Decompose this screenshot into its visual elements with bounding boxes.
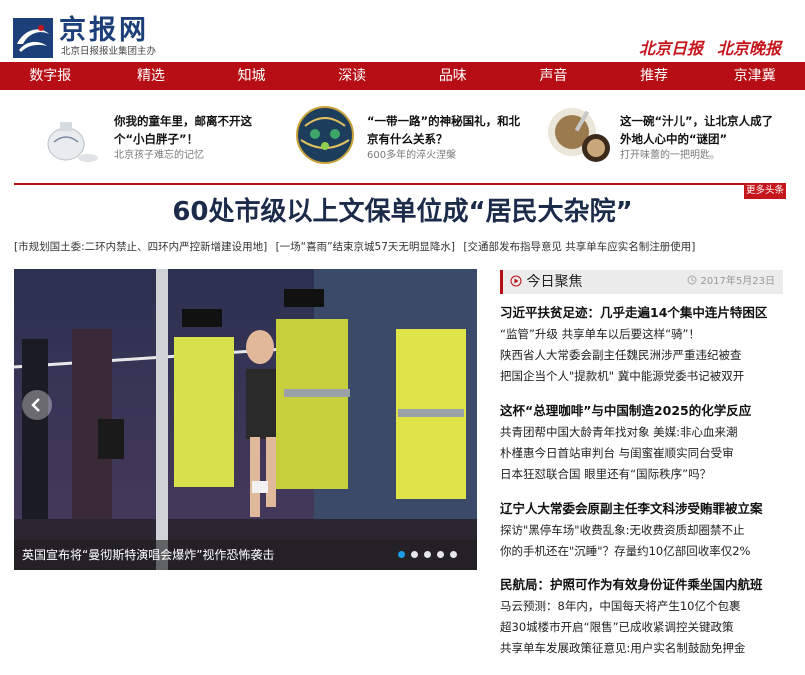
feature-title: 你我的童年里，邮离不开这个“小白胖子”！ xyxy=(114,114,252,146)
logo-mark-icon xyxy=(13,18,53,58)
chevron-left-icon xyxy=(31,398,40,412)
nav-item-city[interactable]: 知城 xyxy=(201,62,302,90)
nav-item-recommend[interactable]: 推荐 xyxy=(604,62,705,90)
news-group: 这杯“总理咖啡”与中国制造2025的化学反应 共青团帮中国大龄青年找对象 美媒:… xyxy=(500,400,790,485)
today-focus-title: 今日聚焦 xyxy=(510,270,582,294)
news-group: 民航局：护照可作为有效身份证件乘坐国内航班 马云预测：8年内，中国每天将产生10… xyxy=(500,574,790,659)
porcelain-pot-icon xyxy=(38,104,106,166)
slide-dot[interactable] xyxy=(411,551,418,558)
feature-subtitle: 600多年的淬火涅槃 xyxy=(367,150,457,161)
news-link[interactable]: 把国企当个人"提款机" 冀中能源党委书记被双开 xyxy=(500,366,790,387)
sub-headline-link[interactable]: [交通部发布指导意见 共享单车应实名制注册使用] xyxy=(463,241,695,253)
today-focus-label: 今日聚焦 xyxy=(526,274,583,290)
nav-item-selected[interactable]: 精选 xyxy=(101,62,202,90)
news-group: 辽宁人大常委会原副主任李文科涉受贿罪被立案 探访"黑停车场"收费乱象:无收费资质… xyxy=(500,498,790,562)
nav-item-jingjinji[interactable]: 京津冀 xyxy=(704,62,805,90)
slide-dot[interactable] xyxy=(450,551,457,558)
news-link[interactable]: 马云预测：8年内，中国每天将产生10亿个包裹 xyxy=(500,596,790,617)
slide-dots xyxy=(398,551,457,558)
partner-beijing-daily[interactable]: 北京日报 xyxy=(639,38,703,60)
sub-headlines: [市规划国土委:二环内禁止、四环内严控新增建设用地] [一场“喜雨”结束京城57… xyxy=(14,238,794,256)
feature-item[interactable]: 这一碗“汁儿”，让北京人成了外地人心中的“谜团” 打开味蕾的一把明匙。 xyxy=(520,98,773,176)
news-photo xyxy=(14,269,477,570)
play-triangle-icon xyxy=(510,275,522,287)
news-lead[interactable]: 辽宁人大常委会原副主任李文科涉受贿罪被立案 xyxy=(500,498,790,520)
sub-headline-link[interactable]: [市规划国土委:二环内禁止、四环内严控新增建设用地] xyxy=(14,241,267,253)
featured-stories: 你我的童年里，邮离不开这个“小白胖子”！ 北京孩子难忘的记忆 “一带一路”的神秘… xyxy=(14,98,796,176)
today-focus-header: 今日聚焦 2017年5月23日 xyxy=(500,270,783,294)
news-link[interactable]: “监管”升级 共享单车以后要这样“骑”！ xyxy=(500,324,790,345)
partner-beijing-evening[interactable]: 北京晚报 xyxy=(717,38,781,60)
slide-dot[interactable] xyxy=(424,551,431,558)
news-lead[interactable]: 民航局：护照可作为有效身份证件乘坐国内航班 xyxy=(500,574,790,596)
logo-name: 京报网 xyxy=(59,15,149,46)
feature-title: “一带一路”的神秘国礼，和北京有什么关系？ xyxy=(367,114,521,146)
clock-icon xyxy=(687,275,697,285)
news-link[interactable]: 探访"黑停车场"收费乱象:无收费资质却圈禁不止 xyxy=(500,520,790,541)
news-link[interactable]: 日本狂怼联合国 眼里还有“国际秩序”吗？ xyxy=(500,464,790,485)
news-link[interactable]: 共青团帮中国大龄青年找对象 美媒:非心血来潮 xyxy=(500,422,790,443)
site-header: 京报网 北京日报报业集团主办 北京日报 北京晚报 xyxy=(0,0,805,62)
photo-slideshow[interactable] xyxy=(14,269,477,570)
slide-dot[interactable] xyxy=(398,551,405,558)
nav-item-taste[interactable]: 品味 xyxy=(403,62,504,90)
douzhi-bowl-icon xyxy=(544,104,612,166)
main-headline[interactable]: 60处市级以上文保单位成“居民大杂院” xyxy=(0,192,805,232)
news-lead[interactable]: 习近平扶贫足迹：几乎走遍14个集中连片特困区 xyxy=(500,302,790,324)
nav-item-deep-read[interactable]: 深读 xyxy=(302,62,403,90)
section-divider xyxy=(14,183,783,185)
feature-subtitle: 打开味蕾的一把明匙。 xyxy=(620,150,720,161)
slide-dot[interactable] xyxy=(437,551,444,558)
main-nav: 数字报 精选 知城 深读 品味 声音 推荐 京津冀 xyxy=(0,62,805,90)
today-focus-date-text: 2017年5月23日 xyxy=(700,276,775,287)
logo-slogan: 北京日报报业集团主办 xyxy=(61,46,157,57)
slide-prev-button[interactable] xyxy=(22,390,52,420)
today-focus-date: 2017年5月23日 xyxy=(687,270,775,294)
news-link[interactable]: 你的手机还在"沉睡"？存量约10亿部回收率仅2% xyxy=(500,541,790,562)
feature-item[interactable]: 你我的童年里，邮离不开这个“小白胖子”！ 北京孩子难忘的记忆 xyxy=(14,98,264,176)
news-link[interactable]: 超30城楼市开启“限售”已成收紧调控关键政策 xyxy=(500,617,790,638)
news-group: 习近平扶贫足迹：几乎走遍14个集中连片特困区 “监管”升级 共享单车以后要这样“… xyxy=(500,302,790,387)
news-link[interactable]: 共享单车发展政策征意见:用户实名制鼓励免押金 xyxy=(500,638,790,659)
feature-title: 这一碗“汁儿”，让北京人成了外地人心中的“谜团” xyxy=(620,114,774,146)
partner-links: 北京日报 北京晚报 xyxy=(639,38,781,60)
sub-headline-link[interactable]: [一场“喜雨”结束京城57天无明显降水] xyxy=(276,241,455,253)
news-lead[interactable]: 这杯“总理咖啡”与中国制造2025的化学反应 xyxy=(500,400,790,422)
nav-item-voice[interactable]: 声音 xyxy=(503,62,604,90)
cloisonne-ball-icon xyxy=(291,104,359,166)
news-link[interactable]: 陕西省人大常委会副主任魏民洲涉严重违纪被查 xyxy=(500,345,790,366)
news-link[interactable]: 朴槿惠今日首站审判台 与闺蜜崔顺实同台受审 xyxy=(500,443,790,464)
nav-item-digital-paper[interactable]: 数字报 xyxy=(0,62,101,90)
site-logo[interactable]: 京报网 北京日报报业集团主办 xyxy=(13,14,163,58)
feature-item[interactable]: “一带一路”的神秘国礼，和北京有什么关系？ 600多年的淬火涅槃 xyxy=(267,98,520,176)
feature-subtitle: 北京孩子难忘的记忆 xyxy=(114,150,204,161)
